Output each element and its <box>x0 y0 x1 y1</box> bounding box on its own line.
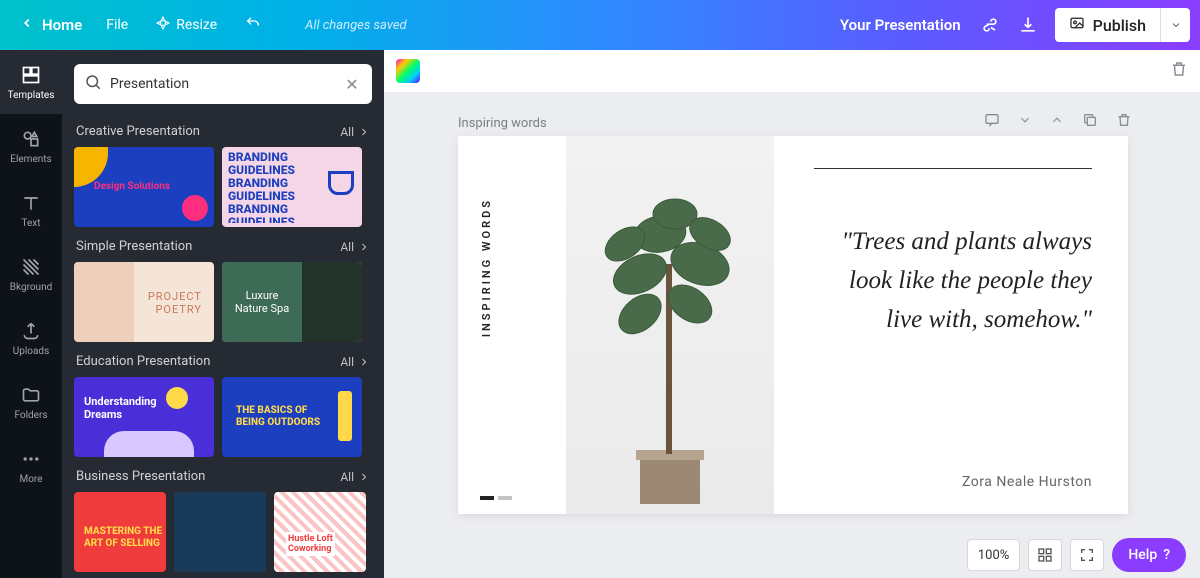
rail-label: Bkground <box>10 282 53 293</box>
help-icon: ? <box>1163 547 1170 563</box>
rail-folders[interactable]: Folders <box>0 370 62 434</box>
category-title: Simple Presentation <box>76 239 192 254</box>
category-all-link[interactable]: All <box>340 125 370 139</box>
resize-label: Resize <box>176 17 217 33</box>
bottom-bar: 100% Help? <box>384 532 1200 578</box>
publish-button[interactable]: Publish <box>1055 15 1160 35</box>
delete-page-icon[interactable] <box>1116 112 1132 132</box>
template-thumb[interactable]: MASTERING THEART OF SELLING <box>74 492 166 572</box>
duplicate-icon[interactable] <box>1082 112 1098 132</box>
rail-templates[interactable]: Templates <box>0 50 62 114</box>
folders-icon <box>20 384 42 406</box>
slide-image[interactable] <box>566 136 774 514</box>
template-thumb[interactable]: BRANDING GUIDELINES BRANDING GUIDELINES … <box>222 147 362 227</box>
text-icon <box>20 192 42 214</box>
resize-menu[interactable]: Resize <box>142 10 231 40</box>
slide-quote[interactable]: "Trees and plants always look like the p… <box>814 223 1092 339</box>
share-button[interactable] <box>973 8 1007 42</box>
home-label: Home <box>42 16 82 34</box>
left-rail: Templates Elements Text Bkground Uploads… <box>0 50 62 578</box>
slide-canvas[interactable]: INSPIRING WORDS <box>458 136 1128 514</box>
slide-rule[interactable] <box>814 168 1092 169</box>
publish-label: Publish <box>1093 16 1146 35</box>
resize-icon <box>156 16 170 34</box>
category-all-link[interactable]: All <box>340 240 370 254</box>
color-picker[interactable] <box>396 59 420 83</box>
chevron-up-icon[interactable] <box>1050 112 1064 132</box>
elements-icon <box>20 128 42 150</box>
save-status: All changes saved <box>305 18 406 33</box>
search-icon <box>84 73 102 95</box>
category-title: Creative Presentation <box>76 124 200 139</box>
rail-label: More <box>19 474 42 485</box>
template-search: ✕ <box>74 64 372 104</box>
chevron-left-icon <box>20 16 34 34</box>
category-all-link[interactable]: All <box>340 355 370 369</box>
undo-button[interactable] <box>231 9 275 41</box>
rail-label: Folders <box>14 410 47 421</box>
templates-panel: ✕ Creative Presentation All Design Solut… <box>62 50 384 578</box>
grid-view-button[interactable] <box>1028 539 1062 571</box>
top-bar: Home File Resize All changes saved Your … <box>0 0 1200 50</box>
chevron-down-icon[interactable] <box>1018 112 1032 132</box>
delete-button[interactable] <box>1170 60 1188 82</box>
template-thumb[interactable]: Hustle LoftCoworking <box>274 492 366 572</box>
template-thumb[interactable]: THE BASICS OFBEING OUTDOORS <box>222 377 362 457</box>
clear-search-icon[interactable]: ✕ <box>342 75 362 94</box>
publish-dropdown[interactable] <box>1160 8 1190 42</box>
rail-more[interactable]: More <box>0 434 62 498</box>
rail-label: Uploads <box>13 346 49 357</box>
template-thumb[interactable]: PROJECTPOETRY <box>74 262 214 342</box>
comment-icon[interactable] <box>984 112 1000 132</box>
canvas-area: Inspiring words INSPIRING WORDS <box>384 50 1200 578</box>
help-button[interactable]: Help? <box>1112 538 1186 572</box>
templates-icon <box>20 64 42 86</box>
template-thumb[interactable]: Design Solutions <box>74 147 214 227</box>
rail-label: Templates <box>8 90 55 101</box>
zoom-control[interactable]: 100% <box>967 539 1020 571</box>
background-icon <box>20 256 42 278</box>
file-menu[interactable]: File <box>92 11 142 39</box>
publish-button-group: Publish <box>1055 8 1190 42</box>
category-title: Business Presentation <box>76 469 205 484</box>
template-thumb[interactable] <box>174 492 266 572</box>
home-button[interactable]: Home <box>10 10 92 40</box>
more-icon <box>20 448 42 470</box>
document-name[interactable]: Your Presentation <box>840 16 961 34</box>
fullscreen-button[interactable] <box>1070 539 1104 571</box>
rail-uploads[interactable]: Uploads <box>0 306 62 370</box>
page-tools <box>984 112 1132 132</box>
slide-vertical-label[interactable]: INSPIRING WORDS <box>480 198 493 337</box>
rail-label: Elements <box>10 154 51 165</box>
template-thumb[interactable]: LuxureNature Spa <box>222 262 362 342</box>
rail-label: Text <box>21 218 40 229</box>
download-button[interactable] <box>1011 8 1045 42</box>
slide-page-marks <box>480 496 512 500</box>
rail-text[interactable]: Text <box>0 178 62 242</box>
slide-author[interactable]: Zora Neale Hurston <box>814 444 1092 490</box>
template-thumb[interactable]: UnderstandingDreams <box>74 377 214 457</box>
publish-icon <box>1069 15 1085 35</box>
canvas-toolbar <box>384 50 1200 92</box>
rail-elements[interactable]: Elements <box>0 114 62 178</box>
uploads-icon <box>20 320 42 342</box>
category-all-link[interactable]: All <box>340 470 370 484</box>
search-input[interactable] <box>110 76 334 92</box>
rail-background[interactable]: Bkground <box>0 242 62 306</box>
page-title[interactable]: Inspiring words <box>458 116 547 131</box>
category-title: Education Presentation <box>76 354 210 369</box>
